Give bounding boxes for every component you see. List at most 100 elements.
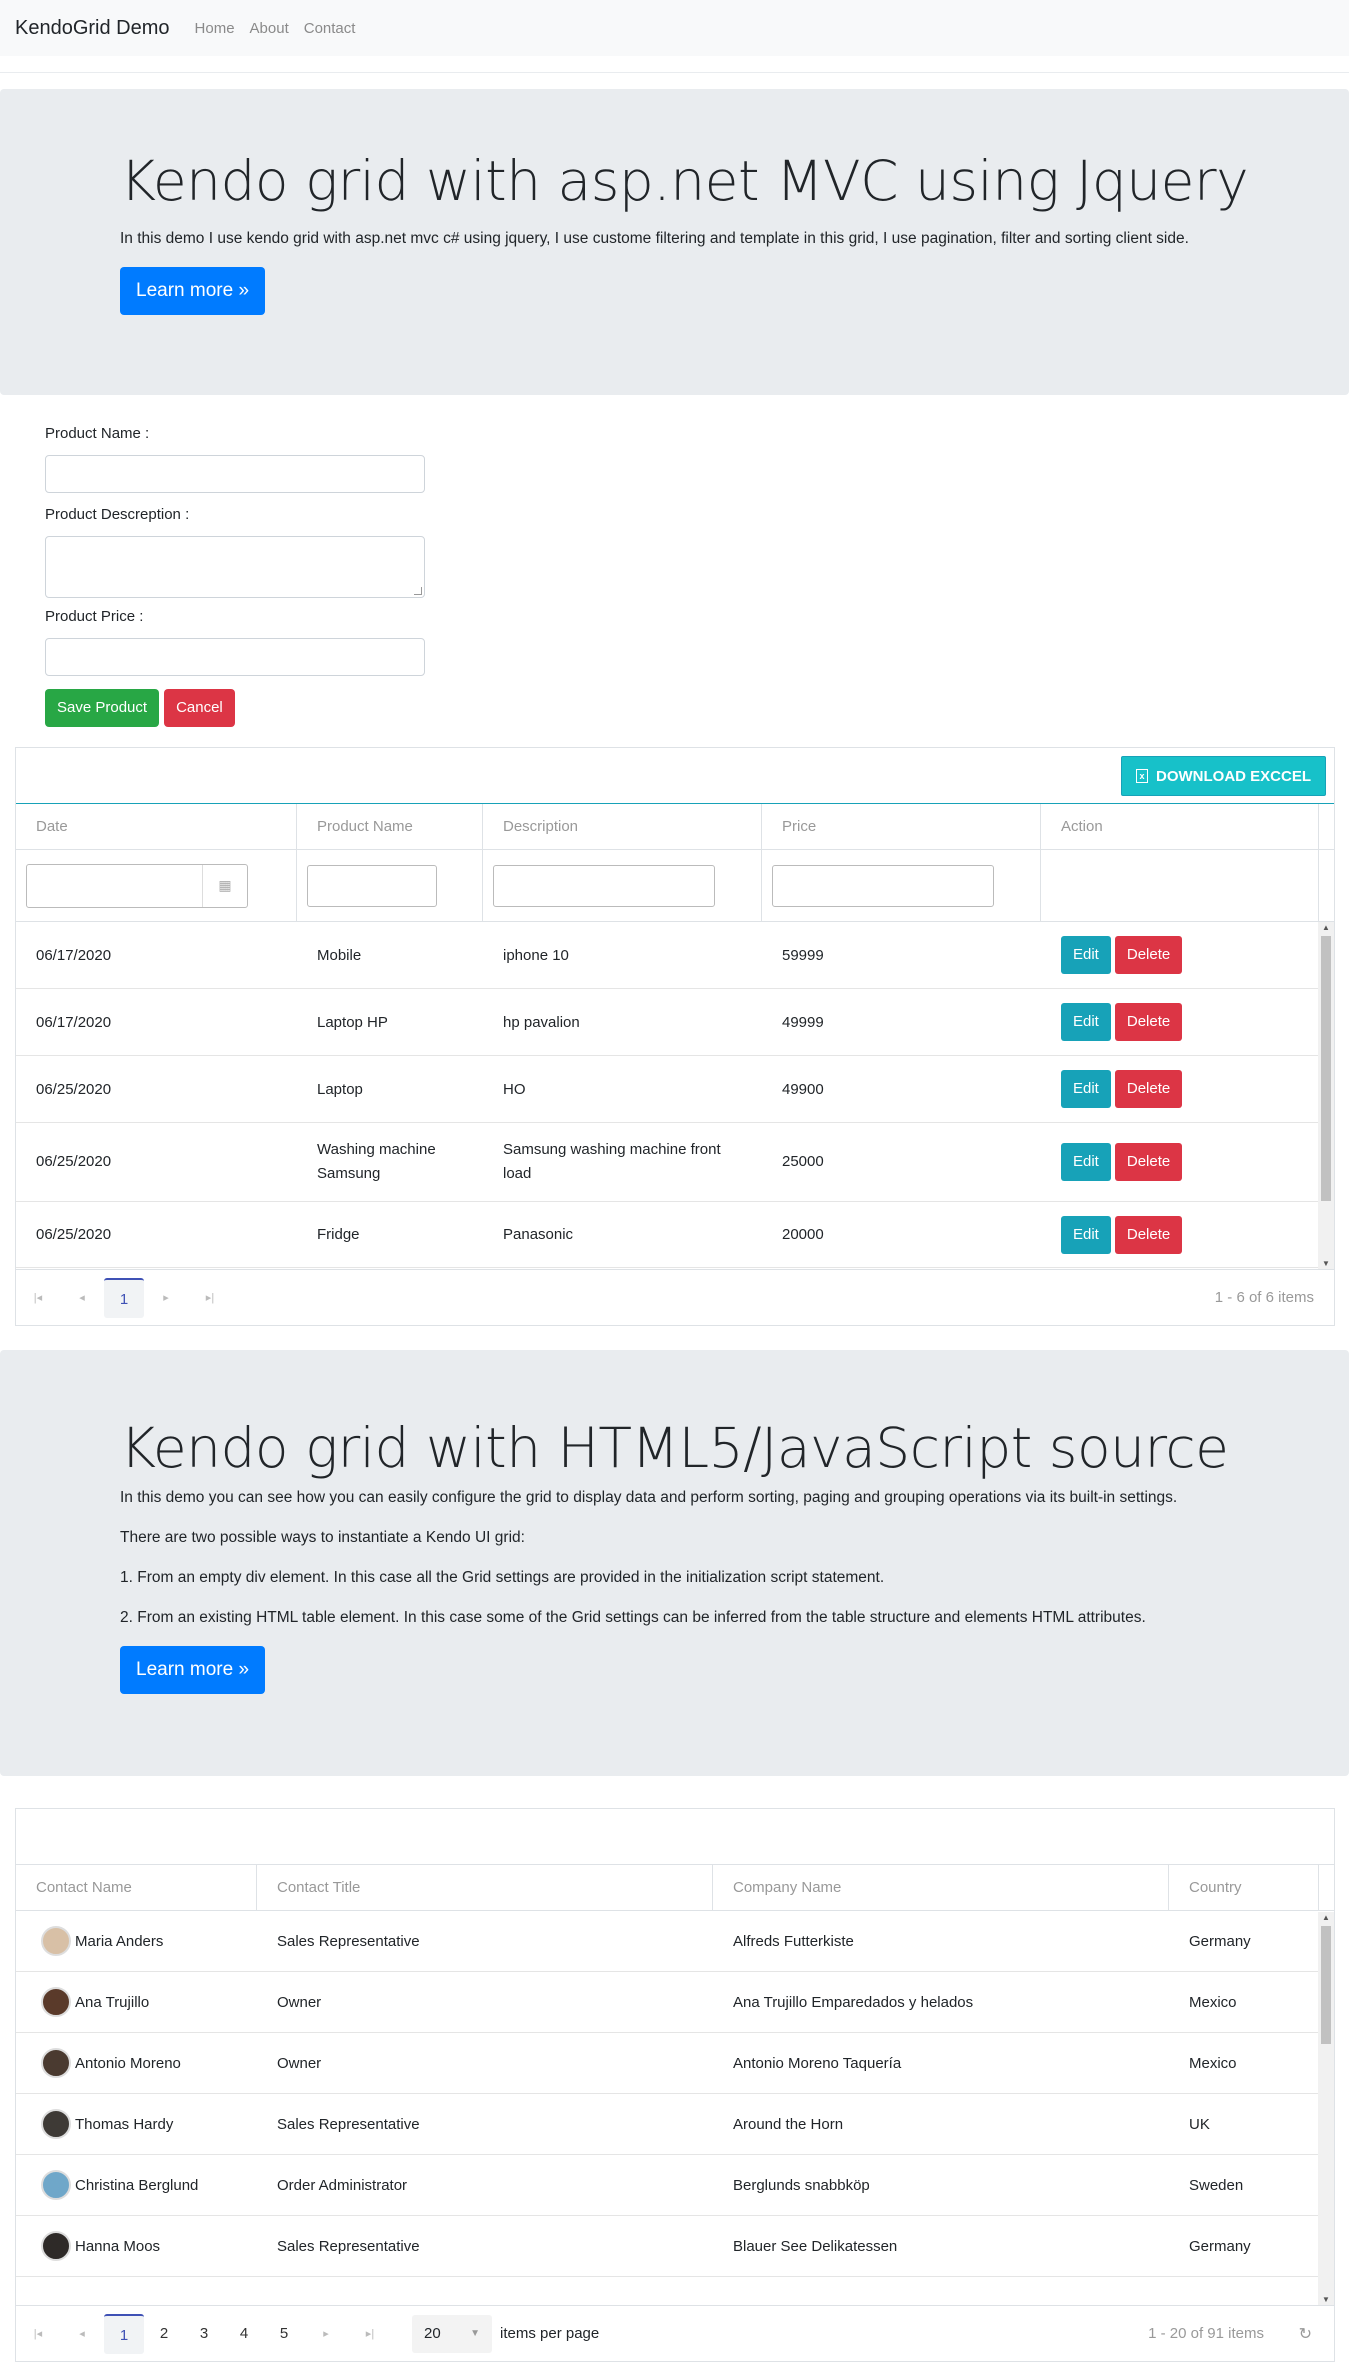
edit-button[interactable]: Edit <box>1061 1070 1111 1108</box>
page-button[interactable]: 5 <box>264 2314 304 2354</box>
jumbotron-mvc: Kendo grid with asp.net MVC using Jquery… <box>0 89 1349 395</box>
items-per-page-label: items per page <box>500 2325 600 2342</box>
cancel-button[interactable]: Cancel <box>164 689 235 727</box>
column-header-description[interactable]: Description <box>483 804 762 849</box>
scrollbar-thumb[interactable] <box>1321 936 1331 1201</box>
cell-description: Samsung washing machine front load <box>503 1141 721 1182</box>
avatar <box>41 2048 71 2078</box>
grid-header: Contact Name Contact Title Company Name … <box>16 1865 1334 1911</box>
product-description-textarea[interactable] <box>45 536 425 598</box>
filter-row: ▦ <box>16 849 1334 922</box>
delete-button[interactable]: Delete <box>1114 1003 1183 1041</box>
download-excel-button[interactable]: x DOWNLOAD EXCCEL <box>1121 756 1326 796</box>
first-page-icon[interactable]: |◂ <box>16 1291 60 1304</box>
cell-country: Mexico <box>1189 1993 1237 2011</box>
avatar <box>41 2109 71 2139</box>
delete-button[interactable]: Delete <box>1114 1215 1183 1254</box>
next-page-icon[interactable]: ▸ <box>304 2327 348 2340</box>
page-button[interactable]: 4 <box>224 2314 264 2354</box>
last-page-icon[interactable]: ▸| <box>348 2327 392 2340</box>
cell-date: 06/25/2020 <box>36 1080 112 1098</box>
nav-link-contact[interactable]: Contact <box>304 20 356 37</box>
prev-page-icon[interactable]: ◂ <box>60 2327 104 2340</box>
cell-product-name: Fridge <box>317 1226 360 1243</box>
product-name-input[interactable] <box>45 455 425 493</box>
cell-description: HO <box>503 1080 526 1098</box>
product-price-input[interactable] <box>45 638 425 676</box>
page-button[interactable]: 1 <box>104 1277 144 1318</box>
first-page-icon[interactable]: |◂ <box>16 2327 60 2340</box>
column-header-date[interactable]: Date <box>16 804 297 849</box>
edit-button[interactable]: Edit <box>1061 1003 1111 1041</box>
column-header-company-name[interactable]: Company Name <box>713 1865 1169 1910</box>
edit-button[interactable]: Edit <box>1061 1215 1111 1254</box>
column-header-contact-name[interactable]: Contact Name <box>16 1865 257 1910</box>
column-header-contact-title[interactable]: Contact Title <box>257 1865 713 1910</box>
product-name-filter[interactable] <box>307 864 437 907</box>
scroll-up-icon[interactable]: ▲ <box>1318 1912 1334 1924</box>
description-filter[interactable] <box>493 864 715 907</box>
grid-header: Date Product Name Description Price Acti… <box>16 804 1334 850</box>
page-size-dropdown[interactable]: 20 ▼ <box>412 2314 492 2353</box>
jumbotron-text: There are two possible ways to instantia… <box>120 1529 525 1546</box>
nav-link-home[interactable]: Home <box>195 20 235 37</box>
cell-date: 06/17/2020 <box>36 946 112 964</box>
save-product-button[interactable]: Save Product <box>45 689 160 727</box>
cell-contact-name: Antonio Moreno <box>75 2054 181 2072</box>
grid-scrollbar[interactable]: ▲ ▼ <box>1318 922 1334 1270</box>
learn-more-button[interactable]: Learn more » <box>120 267 266 315</box>
last-page-icon[interactable]: ▸| <box>188 1291 232 1304</box>
cell-contact-title: Order Administrator <box>277 2176 408 2194</box>
scrollbar-thumb[interactable] <box>1321 1926 1331 2044</box>
table-row: Thomas Hardy Sales Representative Around… <box>16 2094 1334 2155</box>
edit-button[interactable]: Edit <box>1061 1143 1111 1181</box>
page-button[interactable]: 1 <box>104 2313 144 2354</box>
divider <box>0 72 1349 73</box>
refresh-icon[interactable]: ↻ <box>1299 2324 1312 2344</box>
learn-more-button[interactable]: Learn more » <box>120 1646 266 1694</box>
column-header-product-name[interactable]: Product Name <box>297 804 483 849</box>
cell-country: Germany <box>1189 1932 1251 1950</box>
next-page-icon[interactable]: ▸ <box>144 1291 188 1304</box>
nav-link-about[interactable]: About <box>250 20 289 37</box>
product-price-label: Product Price : <box>45 608 144 625</box>
edit-button[interactable]: Edit <box>1061 936 1111 974</box>
table-row: Ana Trujillo Owner Ana Trujillo Empareda… <box>16 1972 1334 2033</box>
navbar: KendoGrid Demo Home About Contact <box>0 0 1349 56</box>
page-button[interactable]: 2 <box>144 2314 184 2354</box>
cell-price: 59999 <box>782 946 824 964</box>
delete-button[interactable]: Delete <box>1114 1143 1183 1181</box>
product-description-label: Product Descreption : <box>45 506 190 523</box>
date-filter[interactable]: ▦ <box>26 863 248 908</box>
cell-company-name: Blauer See Delikatessen <box>733 2237 898 2255</box>
prev-page-icon[interactable]: ◂ <box>60 1291 104 1304</box>
delete-button[interactable]: Delete <box>1114 936 1183 974</box>
brand[interactable]: KendoGrid Demo <box>15 17 170 40</box>
scroll-up-icon[interactable]: ▲ <box>1318 922 1334 934</box>
grid-toolbar <box>16 1809 1334 1865</box>
calendar-icon[interactable]: ▦ <box>203 865 247 907</box>
page-button[interactable]: 3 <box>184 2314 224 2354</box>
cell-company-name: Berglunds snabbköp <box>733 2176 870 2194</box>
table-row: 06/25/2020 Washing machine Samsung Samsu… <box>16 1123 1334 1202</box>
product-form: Product Name : Product Descreption : Pro… <box>45 425 445 727</box>
cell-contact-name: Ana Trujillo <box>75 1993 150 2011</box>
date-filter-input[interactable] <box>27 864 203 907</box>
column-header-country[interactable]: Country <box>1169 1865 1319 1910</box>
cell-company-name: Antonio Moreno Taquería <box>733 2054 902 2072</box>
table-row: 06/25/2020 Laptop HO 49900 Edit Delete <box>16 1056 1334 1123</box>
cell-company-name: Around the Horn <box>733 2115 844 2133</box>
cell-country: Germany <box>1189 2237 1251 2255</box>
cell-description: iphone 10 <box>503 946 569 964</box>
delete-button[interactable]: Delete <box>1114 1070 1183 1108</box>
cell-company-name: Ana Trujillo Emparedados y helados <box>733 1993 974 2011</box>
cell-description: hp pavalion <box>503 1013 580 1031</box>
cell-description: Panasonic <box>503 1226 574 1243</box>
cell-product-name: Mobile <box>317 946 362 964</box>
table-row: Hanna Moos Sales Representative Blauer S… <box>16 2216 1334 2277</box>
price-filter[interactable] <box>772 864 994 907</box>
grid-scrollbar[interactable]: ▲ ▼ <box>1318 1912 1334 2306</box>
table-row: 06/17/2020 Laptop HP hp pavalion 49999 E… <box>16 989 1334 1056</box>
column-header-price[interactable]: Price <box>762 804 1041 849</box>
avatar <box>41 1987 71 2017</box>
